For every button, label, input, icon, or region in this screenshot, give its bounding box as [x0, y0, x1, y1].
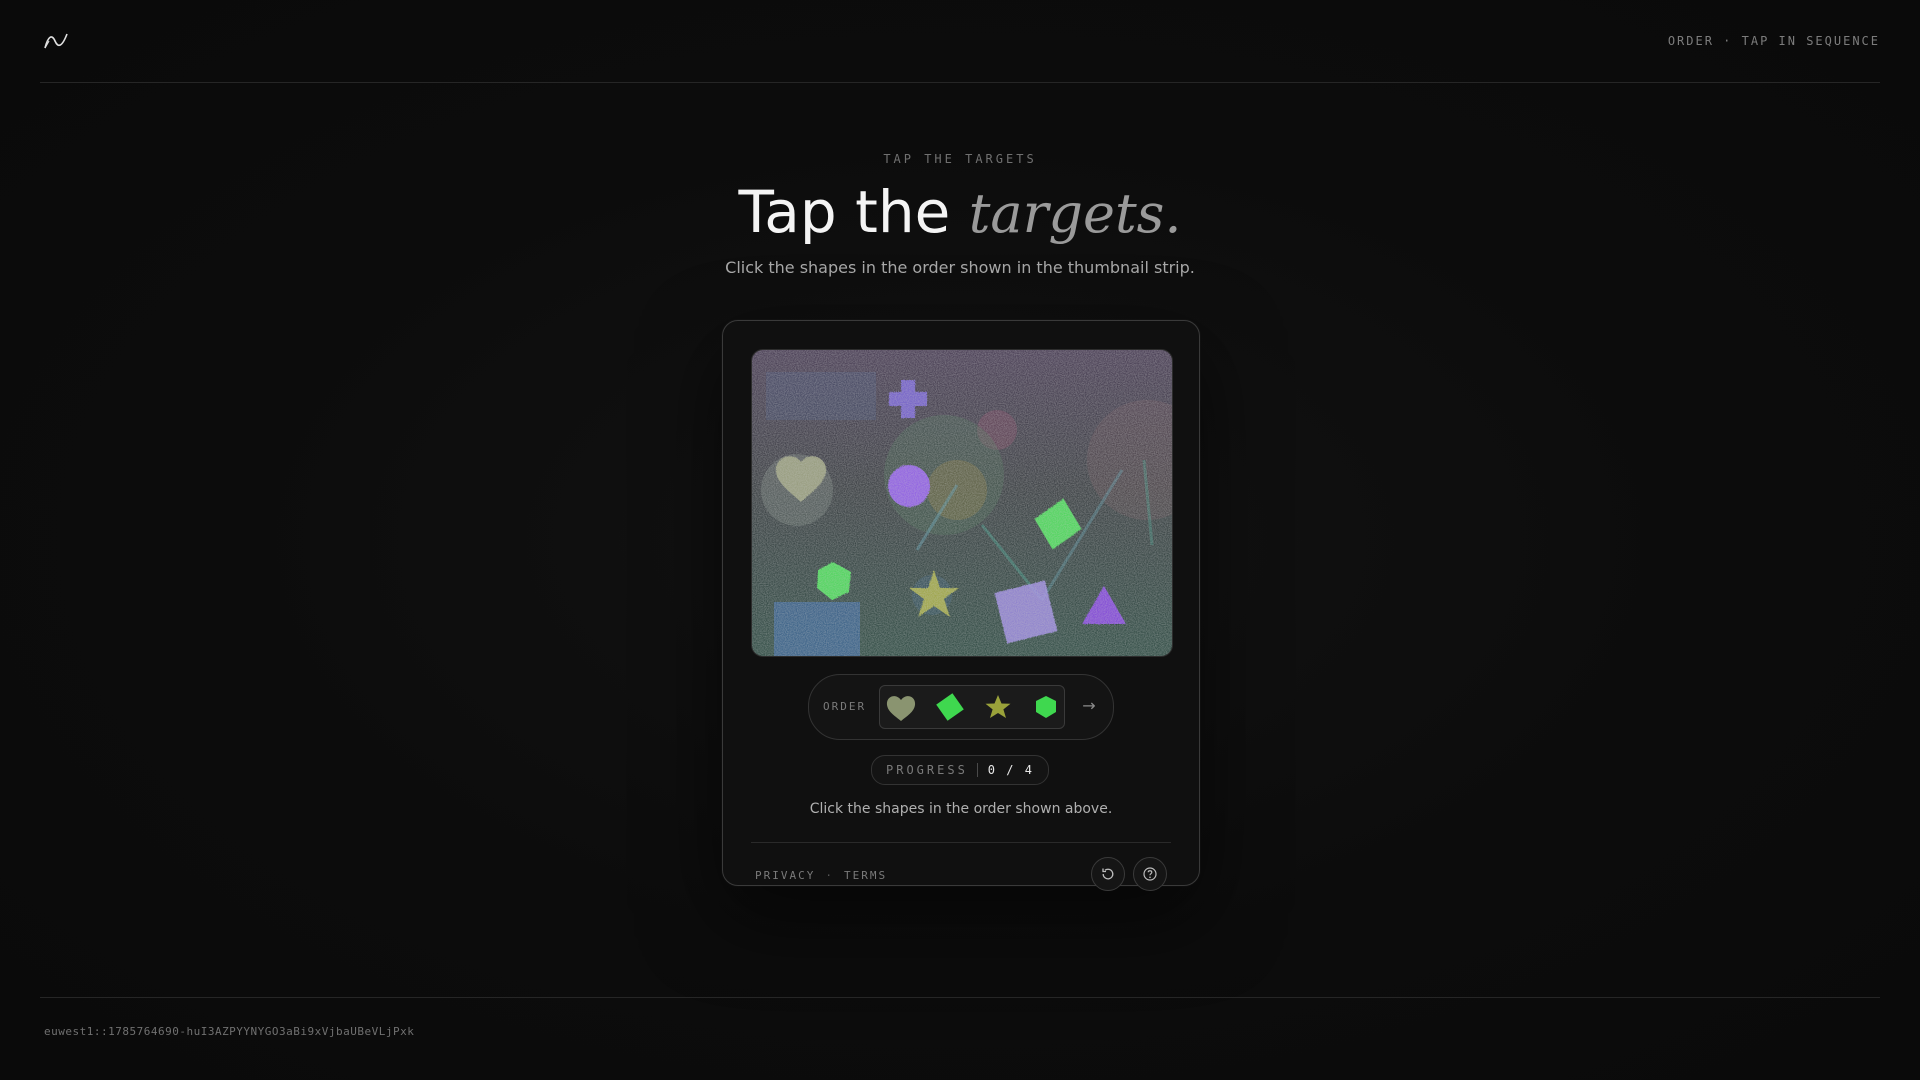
hero-eyebrow: TAP THE TARGETS	[883, 152, 1037, 166]
next-arrow-icon[interactable]: →	[1077, 693, 1101, 719]
order-label: ORDER	[823, 700, 867, 713]
shape-canvas[interactable]	[751, 349, 1173, 657]
title-accent: targets.	[968, 182, 1182, 245]
privacy-link[interactable]: PRIVACY	[755, 869, 815, 882]
top-bar: ORDER · TAP IN SEQUENCE	[40, 0, 1880, 83]
footer-divider	[40, 997, 1880, 998]
session-id: euwest1::1785764690-huI3AZPYYNYGO3aBi9xV…	[44, 1025, 415, 1038]
star-thumbnail-icon	[985, 695, 1011, 718]
diamond-thumbnail-icon	[936, 693, 964, 721]
footer-links: PRIVACY · TERMS	[755, 869, 887, 882]
help-icon	[1143, 867, 1157, 881]
thumbnail-strip	[879, 685, 1065, 729]
progress-label: PROGRESS	[886, 763, 968, 777]
progress-divider	[976, 763, 978, 777]
brand-logo-icon	[44, 33, 68, 49]
refresh-icon	[1102, 868, 1114, 880]
help-button[interactable]	[1133, 857, 1167, 891]
page-title: Tap the targets.	[0, 176, 1920, 250]
progress-indicator: PROGRESS 0 / 4	[871, 755, 1049, 785]
title-main: Tap the	[738, 178, 951, 246]
heart-thumbnail-icon	[886, 696, 916, 721]
instruction-text: Click the shapes in the order shown abov…	[809, 801, 1113, 817]
terms-link[interactable]: TERMS	[844, 869, 887, 882]
hexagon-thumbnail-icon	[1036, 696, 1056, 718]
card-divider	[751, 842, 1171, 843]
progress-value: 0 / 4	[987, 763, 1034, 777]
order-strip: ORDER →	[808, 674, 1114, 740]
captcha-card: ORDER → PROGRESS 0 / 4 Click the shapes …	[722, 320, 1200, 891]
header-meta-text: ORDER · TAP IN SEQUENCE	[1667, 34, 1880, 48]
noise-overlay	[752, 350, 1172, 656]
refresh-button[interactable]	[1091, 857, 1125, 891]
page-subtitle: Click the shapes in the order shown in t…	[725, 258, 1195, 277]
links-separator: ·	[825, 869, 834, 882]
